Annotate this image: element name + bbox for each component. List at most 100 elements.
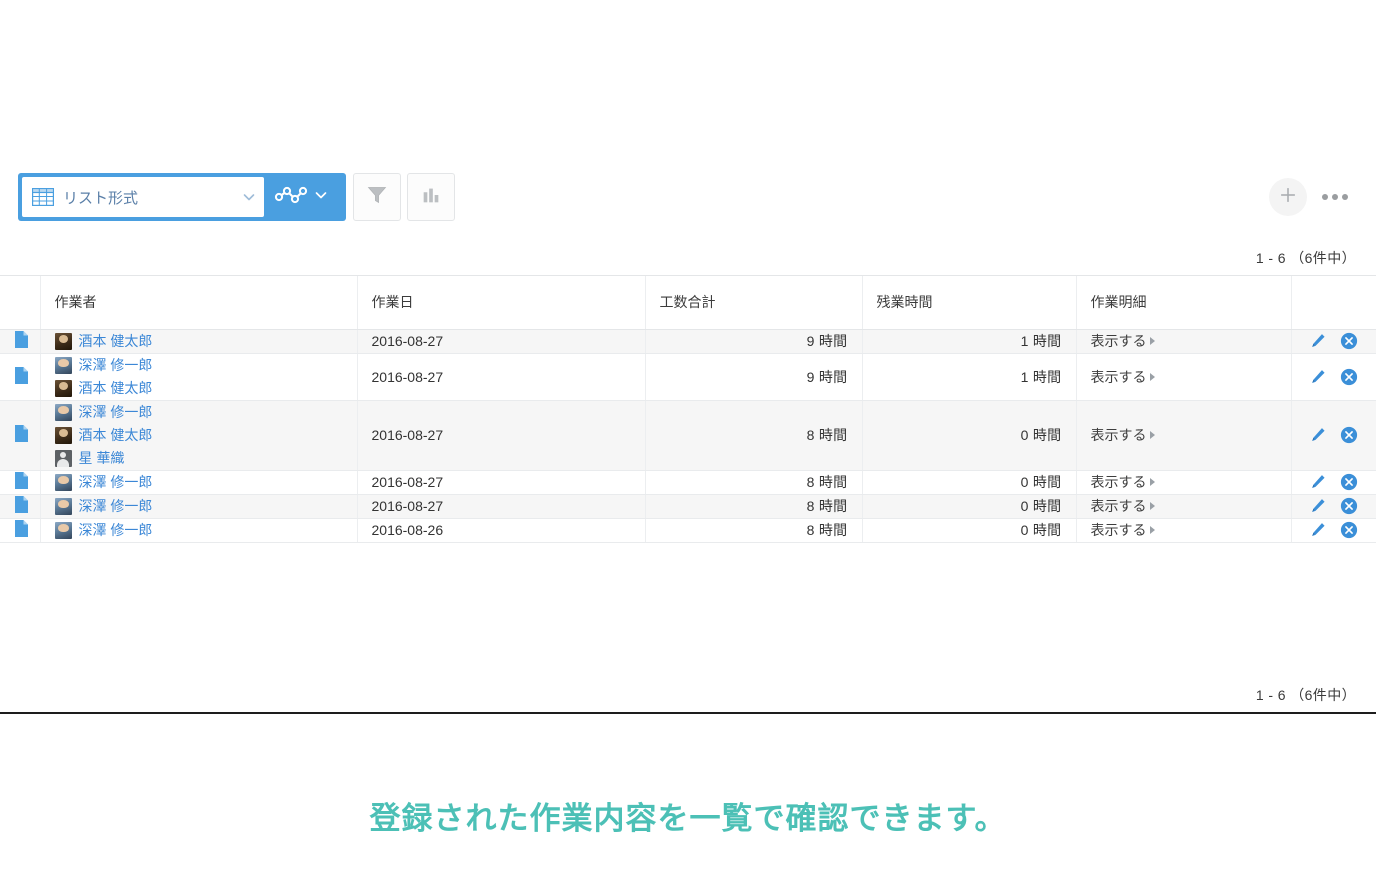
circle-close-icon[interactable] [1340,497,1358,515]
cell-total-hours: 8 時間 [645,494,863,519]
pencil-edit-icon[interactable] [1309,368,1327,386]
worker-entry: 酒本 健太郎 [54,330,343,353]
graph-view-button[interactable] [264,177,334,217]
view-format-dropdown[interactable]: リスト形式 [22,177,264,217]
circle-close-icon[interactable] [1340,332,1358,350]
table-row[interactable]: 深澤 修一郎 酒本 健太郎星 華織 2016-08-27 8 時間 0 時間 表示する [0,400,1376,471]
show-detail-link[interactable]: 表示する [1091,331,1155,351]
table-body: 酒本 健太郎 2016-08-27 9 時間 1 時間 表示する 深澤 修一郎 酒本 健太郎… [0,329,1376,543]
show-detail-link[interactable]: 表示する [1091,520,1155,540]
triangle-right-icon [1149,337,1155,345]
document-icon[interactable] [14,424,29,443]
circle-close-icon[interactable] [1340,521,1358,539]
cell-worker: 深澤 修一郎 酒本 健太郎星 華織 [40,400,358,471]
worker-name[interactable]: 酒本 健太郎 [79,425,153,446]
cell-date: 2016-08-26 [357,518,646,543]
cell-detail: 表示する [1076,329,1292,354]
record-open-cell[interactable] [0,518,41,543]
cell-overtime-hours: 1 時間 [862,353,1077,401]
avatar [54,403,72,421]
worker-name[interactable]: 酒本 健太郎 [79,378,153,399]
show-detail-link[interactable]: 表示する [1091,496,1155,516]
document-icon[interactable] [14,471,29,490]
circle-close-icon[interactable] [1340,368,1358,386]
document-icon[interactable] [14,519,29,538]
worker-name[interactable]: 深澤 修一郎 [79,472,153,493]
table-row[interactable]: 深澤 修一郎 2016-08-27 8 時間 0 時間 表示する [0,494,1376,519]
column-header-date[interactable]: 作業日 [357,276,646,330]
worker-entry: 酒本 健太郎 [54,424,343,447]
cell-actions [1291,518,1376,543]
triangle-right-icon [1149,502,1155,510]
cell-total-hours: 9 時間 [645,329,863,354]
cell-total-hours: 8 時間 [645,400,863,471]
column-header-total[interactable]: 工数合計 [645,276,863,330]
pencil-edit-icon[interactable] [1309,332,1327,350]
worker-name[interactable]: 深澤 修一郎 [79,520,153,541]
page-caption: 登録された作業内容を一覧で確認できます。 [369,801,1007,836]
show-detail-link[interactable]: 表示する [1091,472,1155,492]
column-header-detail[interactable]: 作業明細 [1076,276,1292,330]
triangle-right-icon [1149,526,1155,534]
record-open-cell[interactable] [0,494,41,519]
worker-name[interactable]: 星 華織 [79,448,125,469]
worker-entry: 深澤 修一郎 [54,471,343,494]
worker-entry: 深澤 修一郎 [54,519,343,542]
ellipsis-dot [1332,194,1338,200]
worker-name[interactable]: 酒本 健太郎 [79,331,153,352]
filter-button[interactable] [353,173,401,221]
cell-detail: 表示する [1076,470,1292,495]
chart-button[interactable] [407,173,455,221]
show-detail-link[interactable]: 表示する [1091,367,1155,387]
record-open-cell[interactable] [0,470,41,495]
column-header-actions [1291,276,1376,330]
record-open-cell[interactable] [0,353,41,401]
table-row[interactable]: 深澤 修一郎 2016-08-27 8 時間 0 時間 表示する [0,470,1376,495]
pencil-edit-icon[interactable] [1309,521,1327,539]
table-row[interactable]: 酒本 健太郎 2016-08-27 9 時間 1 時間 表示する [0,329,1376,354]
avatar [54,473,72,491]
row-actions [1306,473,1362,491]
circle-close-icon[interactable] [1340,473,1358,491]
pencil-edit-icon[interactable] [1309,473,1327,491]
cell-overtime-hours: 0 時間 [862,518,1077,543]
add-record-button[interactable] [1269,178,1307,216]
pencil-edit-icon[interactable] [1309,497,1327,515]
worker-name[interactable]: 深澤 修一郎 [79,402,153,423]
record-open-cell[interactable] [0,329,41,354]
avatar [54,497,72,515]
cell-overtime-hours: 0 時間 [862,470,1077,495]
cell-overtime-hours: 0 時間 [862,494,1077,519]
worker-name[interactable]: 深澤 修一郎 [79,355,153,376]
ellipsis-dot [1342,194,1348,200]
row-actions [1306,521,1362,539]
avatar [54,379,72,397]
table-grid-icon [31,187,55,207]
pencil-edit-icon[interactable] [1309,426,1327,444]
table-row[interactable]: 深澤 修一郎 2016-08-26 8 時間 0 時間 表示する [0,518,1376,543]
cell-date: 2016-08-27 [357,470,646,495]
worker-entry: 酒本 健太郎 [54,377,343,400]
funnel-filter-icon [365,183,389,212]
column-header-flag [0,276,41,330]
table-header-row: 作業者 作業日 工数合計 残業時間 作業明細 [0,276,1376,330]
view-format-selector[interactable]: リスト形式 [18,173,346,221]
cell-detail: 表示する [1076,353,1292,401]
show-detail-link[interactable]: 表示する [1091,425,1155,445]
record-open-cell[interactable] [0,400,41,471]
avatar [54,356,72,374]
worker-name[interactable]: 深澤 修一郎 [79,496,153,517]
more-options-button[interactable] [1320,186,1350,208]
cell-total-hours: 8 時間 [645,518,863,543]
cell-detail: 表示する [1076,518,1292,543]
circle-close-icon[interactable] [1340,426,1358,444]
document-icon[interactable] [14,495,29,514]
column-header-overtime[interactable]: 残業時間 [862,276,1077,330]
column-header-worker[interactable]: 作業者 [40,276,358,330]
avatar [54,426,72,444]
graph-chevron-down-icon [314,188,328,207]
document-icon[interactable] [14,366,29,385]
document-icon[interactable] [14,330,29,349]
avatar [54,449,72,467]
table-row[interactable]: 深澤 修一郎 酒本 健太郎 2016-08-27 9 時間 1 時間 表示する [0,353,1376,401]
